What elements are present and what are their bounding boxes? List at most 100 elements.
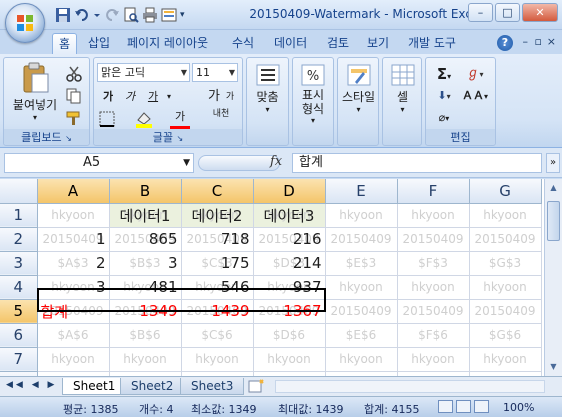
row-header-3[interactable]: 3 — [0, 251, 38, 276]
tab-review[interactable]: 검토 — [321, 33, 355, 54]
cell-e6[interactable]: $E$6 — [325, 323, 398, 348]
cell-d3[interactable]: $D$3 214 — [253, 251, 326, 276]
select-all-corner[interactable] — [0, 179, 38, 204]
underline-dropdown-icon[interactable]: ▾ — [164, 87, 174, 107]
sort-filter-icon[interactable]: ⌀▾ — [430, 108, 458, 128]
cell-e1[interactable]: hkyoon — [325, 203, 398, 228]
cell-a6[interactable]: $A$6 — [37, 323, 110, 348]
cell-f6[interactable]: $F$6 — [397, 323, 470, 348]
close-button[interactable]: ✕ — [522, 3, 558, 22]
sheet-tab-1[interactable]: Sheet1 — [62, 378, 127, 395]
cell-g5[interactable]: 20150409 — [469, 299, 542, 324]
insert-sheet-icon[interactable] — [246, 379, 266, 394]
cell-b2[interactable]: 20150409 865 — [109, 227, 182, 252]
tab-home[interactable]: 홈 — [52, 33, 78, 54]
ribbon-minimize-icon[interactable]: – — [523, 35, 529, 48]
help-icon[interactable]: ? — [497, 35, 513, 51]
cell-f1[interactable]: hkyoon — [397, 203, 470, 228]
border-icon[interactable] — [99, 111, 117, 127]
phonetic-button[interactable]: 내천 — [206, 109, 236, 129]
autosum-icon[interactable]: Σ▾ — [430, 64, 458, 84]
cell-e2[interactable]: 20150409 — [325, 227, 398, 252]
font-size-select[interactable]: 11 ▼ — [192, 63, 238, 82]
insert-function-icon[interactable]: fx — [270, 154, 282, 169]
cell-e5[interactable]: 20150409 — [325, 299, 398, 324]
format-painter-icon[interactable] — [66, 110, 82, 126]
normal-view-icon[interactable] — [438, 400, 453, 413]
row-header-7[interactable]: 7 — [0, 347, 38, 372]
cell-b6[interactable]: $B$6 — [109, 323, 182, 348]
cell-a7[interactable]: hkyoon — [37, 347, 110, 372]
cell-g4[interactable]: hkyoon — [469, 275, 542, 300]
bold-button[interactable]: 가 — [98, 87, 118, 107]
font-name-select[interactable]: 맑은 고딕 ▼ — [97, 63, 190, 82]
tab-page-layout[interactable]: 페이지 레이아웃 — [121, 33, 214, 54]
shrink-font-button[interactable]: 가 — [222, 87, 238, 107]
page-layout-view-icon[interactable] — [456, 400, 471, 413]
cell-b3[interactable]: $B$3 3 — [109, 251, 182, 276]
cell-c6[interactable]: $C$6 — [181, 323, 254, 348]
alignment-button[interactable]: 맞춤 ▾ — [249, 64, 286, 114]
styles-button[interactable]: 스타일 ▾ — [340, 64, 377, 114]
underline-button[interactable]: 가 — [142, 87, 164, 107]
sheet-tab-2[interactable]: Sheet2 — [120, 378, 185, 395]
formula-bar-splitter[interactable] — [198, 155, 280, 171]
column-header-c[interactable]: C — [181, 179, 254, 204]
sheet-tab-3[interactable]: Sheet3 — [180, 378, 245, 395]
horizontal-scrollbar[interactable] — [275, 380, 545, 393]
scroll-thumb[interactable] — [547, 201, 560, 241]
ribbon-close-icon[interactable]: × — [547, 35, 556, 48]
paste-dropdown-icon[interactable]: ▾ — [8, 113, 62, 122]
cell-g6[interactable]: $G$6 — [469, 323, 542, 348]
column-header-d[interactable]: D — [253, 179, 326, 204]
zoom-level[interactable]: 100% — [503, 401, 534, 414]
paste-button[interactable]: 붙여넣기 ▾ — [8, 62, 62, 122]
cell-d7[interactable]: hkyoon — [253, 347, 326, 372]
number-format-button[interactable]: % 표시 형식 ▾ — [295, 64, 331, 125]
cell-b4[interactable]: hkyoon 481 — [109, 275, 182, 300]
column-header-a[interactable]: A — [37, 179, 110, 204]
row-header-4[interactable]: 4 — [0, 275, 38, 300]
cell-c1[interactable]: hkyoon 데이터2 — [181, 203, 254, 228]
column-header-f[interactable]: F — [397, 179, 470, 204]
cell-g7[interactable]: hkyoon — [469, 347, 542, 372]
fill-color-icon[interactable] — [134, 110, 156, 128]
cell-f5[interactable]: 20150409 — [397, 299, 470, 324]
clear-icon[interactable]: ℊ▾ — [460, 64, 490, 84]
cell-c7[interactable]: hkyoon — [181, 347, 254, 372]
cell-c4[interactable]: hkyoon 546 — [181, 275, 254, 300]
cell-c2[interactable]: 20150409 718 — [181, 227, 254, 252]
cell-b7[interactable]: hkyoon — [109, 347, 182, 372]
minimize-button[interactable]: – — [468, 3, 493, 22]
cell-f3[interactable]: $F$3 — [397, 251, 470, 276]
cells-button[interactable]: 셀 ▾ — [385, 64, 420, 114]
find-icon[interactable]: ＡＡ▾ — [460, 86, 490, 106]
scroll-up-icon[interactable]: ▲ — [547, 181, 560, 195]
cell-b5[interactable]: 20150409 1349 — [109, 299, 182, 324]
cell-e3[interactable]: $E$3 — [325, 251, 398, 276]
column-header-b[interactable]: B — [109, 179, 182, 204]
tab-developer[interactable]: 개발 도구 — [402, 33, 462, 54]
cell-a5[interactable]: 20150409 합계 — [37, 299, 110, 324]
office-button[interactable] — [5, 3, 45, 43]
cell-d6[interactable]: $D$6 — [253, 323, 326, 348]
dialog-launcher-icon[interactable]: ↘ — [177, 134, 184, 143]
tab-insert[interactable]: 삽입 — [82, 33, 116, 54]
grow-font-button[interactable]: 가 — [206, 87, 222, 107]
cell-c5[interactable]: 20150409 1439 — [181, 299, 254, 324]
copy-icon[interactable] — [66, 88, 82, 104]
cell-b1[interactable]: hkyoon 데이터1 — [109, 203, 182, 228]
cell-g2[interactable]: 20150409 — [469, 227, 542, 252]
tab-data[interactable]: 데이터 — [268, 33, 313, 54]
column-header-e[interactable]: E — [325, 179, 398, 204]
row-header-1[interactable]: 1 — [0, 203, 38, 228]
row-header-5[interactable]: 5 — [0, 299, 38, 324]
cell-d4[interactable]: hkyoon 937 — [253, 275, 326, 300]
tab-view[interactable]: 보기 — [361, 33, 395, 54]
cell-f2[interactable]: 20150409 — [397, 227, 470, 252]
cell-d5[interactable]: 20150409 1367 — [253, 299, 326, 324]
cell-g1[interactable]: hkyoon — [469, 203, 542, 228]
cell-a3[interactable]: $A$3 2 — [37, 251, 110, 276]
formula-input[interactable]: 합계 — [292, 153, 542, 173]
column-header-g[interactable]: G — [469, 179, 542, 204]
